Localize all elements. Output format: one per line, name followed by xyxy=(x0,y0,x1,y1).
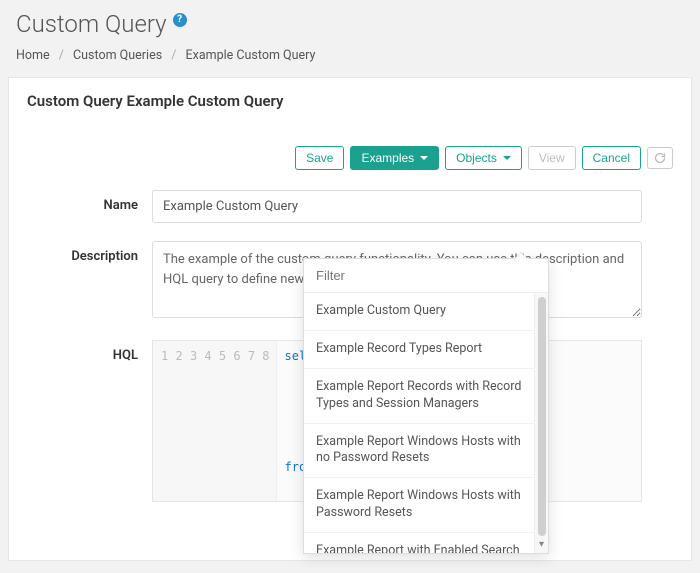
scrollbar-thumb[interactable] xyxy=(538,297,546,536)
line-number-gutter: 1 2 3 4 5 6 7 8 xyxy=(153,341,277,502)
refresh-icon xyxy=(654,152,666,164)
help-icon[interactable]: ? xyxy=(173,13,187,27)
examples-filter-input[interactable] xyxy=(304,259,548,293)
save-button[interactable]: Save xyxy=(295,146,344,170)
card-title: Custom Query Example Custom Query xyxy=(27,92,673,110)
cancel-button[interactable]: Cancel xyxy=(582,146,641,170)
crumb-custom-queries[interactable]: Custom Queries xyxy=(73,48,162,63)
breadcrumb: Home / Custom Queries / Example Custom Q… xyxy=(16,48,684,63)
chevron-down-icon xyxy=(503,156,511,160)
examples-button-label: Examples xyxy=(361,151,414,165)
scrollbar[interactable]: ▾ xyxy=(534,293,548,553)
crumb-home[interactable]: Home xyxy=(16,48,50,63)
example-item[interactable]: Example Report Windows Hosts with Passwo… xyxy=(304,478,534,533)
view-button: View xyxy=(528,146,576,170)
examples-list: Example Custom Query Example Record Type… xyxy=(304,293,534,553)
example-item[interactable]: Example Record Types Report xyxy=(304,331,534,369)
example-item[interactable]: Example Report Records with Record Types… xyxy=(304,369,534,424)
crumb-leaf: Example Custom Query xyxy=(186,48,316,63)
breadcrumb-sep: / xyxy=(171,48,176,63)
name-input[interactable] xyxy=(152,190,642,223)
example-item[interactable]: Example Report with Enabled Search xyxy=(304,533,534,553)
breadcrumb-sep: / xyxy=(59,48,64,63)
name-label: Name xyxy=(27,190,152,213)
refresh-button xyxy=(647,147,673,169)
hql-label: HQL xyxy=(27,340,152,363)
objects-button[interactable]: Objects xyxy=(445,146,522,170)
description-label: Description xyxy=(27,241,152,264)
chevron-down-icon[interactable]: ▾ xyxy=(539,536,544,553)
objects-button-label: Objects xyxy=(456,151,497,165)
toolbar: Save Examples Objects View Cancel xyxy=(27,146,673,170)
chevron-down-icon xyxy=(420,156,428,160)
examples-dropdown: Example Custom Query Example Record Type… xyxy=(303,258,549,554)
page-header: Custom Query ? Home / Custom Queries / E… xyxy=(0,0,700,63)
content-card: Custom Query Example Custom Query Save E… xyxy=(8,77,692,561)
examples-button[interactable]: Examples xyxy=(350,146,439,170)
example-item[interactable]: Example Custom Query xyxy=(304,293,534,331)
page-title: Custom Query xyxy=(16,10,167,38)
example-item[interactable]: Example Report Windows Hosts with no Pas… xyxy=(304,424,534,479)
